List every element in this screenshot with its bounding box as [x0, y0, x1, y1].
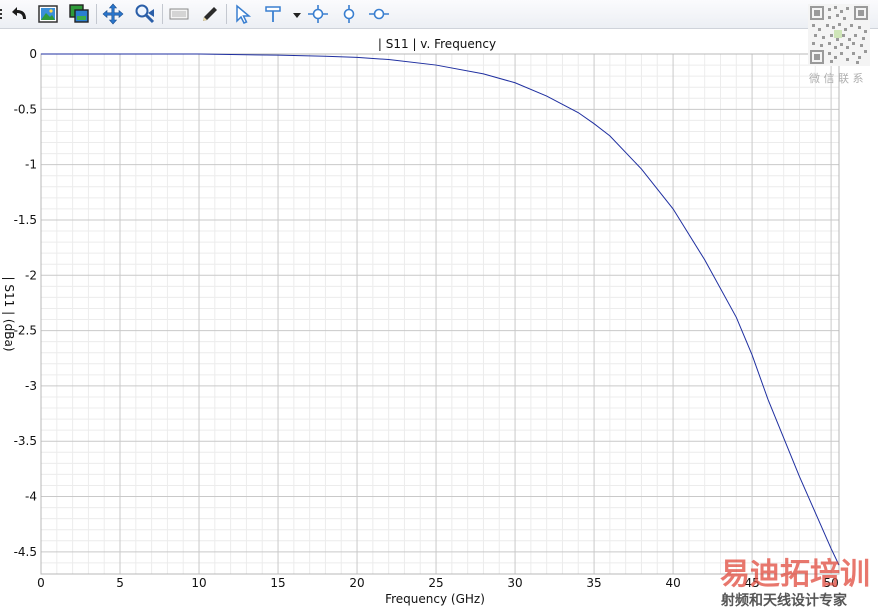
x-tick-label: 10	[191, 576, 206, 590]
x-tick-label: 25	[428, 576, 443, 590]
x-tick-label: 5	[116, 576, 124, 590]
chart-title: | S11 | v. Frequency	[378, 37, 496, 51]
x-tick-label: 20	[349, 576, 364, 590]
x-tick-label: 0	[37, 576, 45, 590]
major-grid	[40, 53, 839, 574]
x-axis-label: Frequency (GHz)	[385, 592, 485, 606]
qr-code-icon	[808, 4, 870, 66]
series-line	[41, 53, 840, 566]
y-tick-label: -1	[25, 158, 37, 172]
y-tick-label: -3.5	[14, 434, 37, 448]
x-tick-label: 45	[744, 576, 759, 590]
y-tick-label: -4.5	[14, 545, 37, 559]
x-tick-label: 40	[665, 576, 680, 590]
y-axis-label: | S11 | (dBa)	[2, 277, 16, 352]
y-tick-label: -3	[25, 379, 37, 393]
y-tick-label: -2.5	[14, 324, 37, 338]
x-tick-label: 35	[586, 576, 601, 590]
y-tick-label: 0	[29, 47, 37, 61]
minor-grid	[41, 54, 839, 575]
y-tick-labels: 0 -0.5 -1 -1.5 -2 -2.5 -3 -3.5 -4 -4.5	[14, 47, 37, 559]
chart: 0 5 10 15 20 25 30 35 40 45 50 0 -0.5 -1 -1.5 -2 -2.5 -3…	[2, 37, 840, 606]
y-tick-label: -1.5	[14, 213, 37, 227]
plot-frame	[40, 53, 840, 575]
y-tick-label: -2	[25, 268, 37, 282]
x-tick-labels: 0 5 10 15 20 25 30 35 40 45 50	[37, 576, 839, 590]
x-tick-label: 15	[270, 576, 285, 590]
x-tick-label: 50	[823, 576, 838, 590]
y-tick-label: -4	[25, 490, 37, 504]
x-tick-label: 30	[507, 576, 522, 590]
y-tick-label: -0.5	[14, 102, 37, 116]
